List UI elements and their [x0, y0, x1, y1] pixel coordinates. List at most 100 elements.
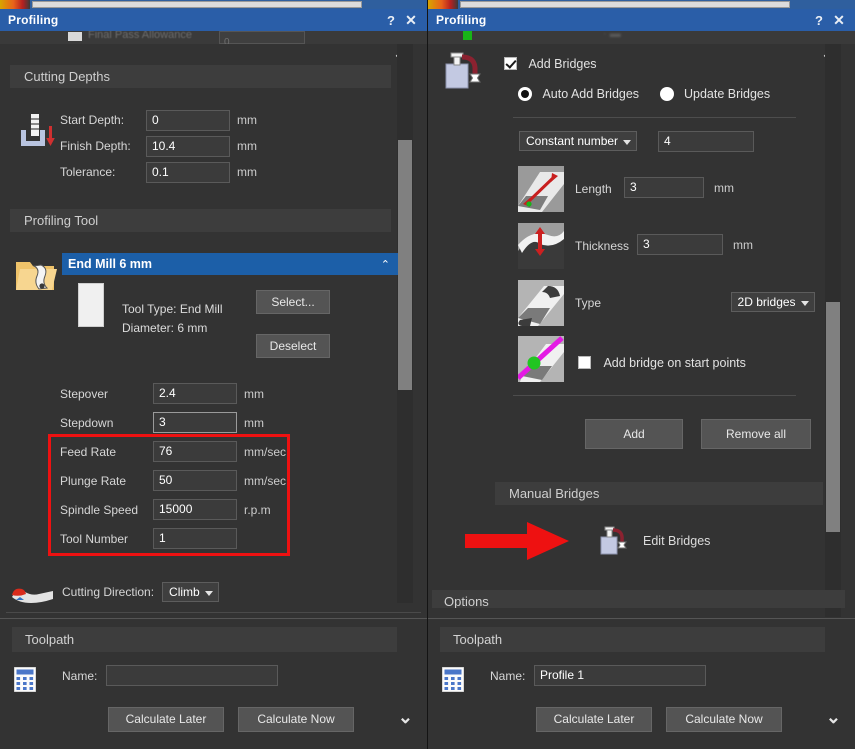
left-toolpath-name-input[interactable] — [106, 665, 278, 686]
right-name-label: Name: — [490, 669, 526, 683]
bridge-icon — [440, 48, 488, 96]
update-bridges-label: Update Bridges — [683, 86, 771, 101]
spindle-speed-input[interactable]: 15000 — [153, 499, 237, 520]
bridge-length-input[interactable]: 3 — [624, 177, 704, 198]
final-pass-field[interactable]: 0 — [219, 31, 305, 44]
tool-folder-icon — [12, 252, 60, 300]
profiling-dialog-right: Profiling ? ✕ · ▬ ⌃ — [428, 0, 855, 749]
feed-rate-input[interactable]: 76 — [153, 441, 237, 462]
left-calculate-now-button[interactable]: Calculate Now — [238, 707, 354, 732]
bridge-length-icon — [518, 166, 564, 212]
chevron-down-icon — [623, 140, 632, 145]
left-scrollbar-thumb[interactable] — [398, 140, 412, 390]
select-tool-button[interactable]: Select... — [256, 290, 330, 314]
edit-bridges-icon[interactable] — [599, 526, 633, 556]
manual-bridges-header: Manual Bridges — [495, 482, 823, 505]
cutting-direction-icon — [10, 583, 56, 603]
right-scroll-down-chevron[interactable]: ⌄ — [826, 707, 841, 728]
left-scroll-down-chevron[interactable]: ⌄ — [398, 707, 413, 728]
add-bridge-start-points-checkbox[interactable] — [578, 356, 591, 370]
spindle-speed-label: Spindle Speed — [60, 502, 139, 517]
spindle-speed-unit: r.p.m — [244, 502, 271, 517]
bridge-type-label: Type — [575, 296, 602, 310]
close-icon-right[interactable]: ✕ — [829, 12, 849, 29]
auto-add-bridges-radio[interactable] — [518, 86, 532, 101]
left-scrollbar[interactable] — [397, 44, 413, 603]
left-panel-body: ⌃ Cutting Depths — [0, 44, 427, 749]
cutting-direction-select[interactable]: Climb — [162, 582, 219, 602]
close-icon[interactable]: ✕ — [401, 12, 421, 29]
remove-all-bridges-button[interactable]: Remove all — [701, 419, 811, 449]
right-panel-body: ⌃ Add Bridges — [428, 44, 855, 749]
left-window-title: Profiling — [8, 13, 59, 27]
screenshot-root: Profiling ? ✕ Final Pass Allowance 0 ⌃ C… — [0, 0, 855, 749]
right-scrollbar-thumb[interactable] — [826, 302, 840, 532]
tool-info-block: Tool Type: End Mill Diameter: 6 mm — [122, 300, 223, 338]
bridge-type-select[interactable]: 2D bridges — [730, 292, 815, 312]
cutting-depths-fields: Start Depth: 0 mm Finish Depth: 10.4 mm … — [60, 107, 257, 185]
left-calculate-later-button[interactable]: Calculate Later — [108, 707, 224, 732]
stepover-unit: mm — [244, 386, 264, 401]
bridge-type-value: 2D bridges — [737, 295, 796, 309]
tool-diameter-text: Diameter: 6 mm — [122, 321, 208, 335]
selected-tool-name: End Mill 6 mm — [68, 257, 153, 271]
edit-bridges-label[interactable]: Edit Bridges — [643, 534, 710, 548]
tool-number-input[interactable]: 1 — [153, 528, 237, 549]
stepdown-label: Stepdown — [60, 415, 114, 430]
stepdown-row: Stepdown 3 mm — [60, 408, 286, 437]
clipped-blurred-control: · ▬ — [603, 31, 621, 40]
right-calculate-later-button[interactable]: Calculate Later — [536, 707, 652, 732]
bridge-count-input[interactable]: 4 — [658, 131, 754, 152]
right-calculate-now-button[interactable]: Calculate Now — [666, 707, 782, 732]
bridge-thickness-unit: mm — [733, 238, 753, 252]
plunge-rate-input[interactable]: 50 — [153, 470, 237, 491]
add-bridges-checkbox[interactable] — [504, 57, 517, 71]
bridge-thickness-input[interactable]: 3 — [637, 234, 723, 255]
add-bridge-start-points-row[interactable]: Add bridge on start points — [578, 354, 746, 372]
right-toolpath-header: Toolpath — [440, 627, 825, 652]
finish-depth-input[interactable]: 10.4 — [146, 135, 230, 157]
bridge-count-mode-select[interactable]: Constant number — [519, 131, 638, 151]
start-depth-input[interactable]: 0 — [146, 109, 230, 131]
bridge-mode-radio-group[interactable]: Auto Add Bridges Update Bridges — [518, 85, 786, 103]
tolerance-row: Tolerance: 0.1 mm — [60, 159, 257, 185]
left-name-label: Name: — [62, 669, 98, 683]
help-button-right[interactable]: ? — [809, 13, 829, 28]
help-button[interactable]: ? — [381, 13, 401, 28]
tool-number-label: Tool Number — [60, 531, 129, 546]
cutting-direction-label: Cutting Direction: — [62, 585, 155, 599]
stepover-input[interactable]: 2.4 — [153, 383, 237, 404]
calculator-icon — [13, 666, 37, 693]
background-toolbar-icons-right — [428, 0, 458, 9]
add-bridge-start-points-label: Add bridge on start points — [603, 355, 746, 370]
final-pass-label: Final Pass Allowance — [88, 31, 192, 41]
right-window-title: Profiling — [436, 13, 487, 27]
selected-tool-bar[interactable]: End Mill 6 mm ⌃ — [62, 253, 398, 275]
tool-type-text: Tool Type: End Mill — [122, 302, 223, 316]
spindle-speed-row: Spindle Speed 15000 r.p.m — [60, 495, 286, 524]
bridge-count-mode-value: Constant number — [526, 134, 619, 148]
left-clipped-row: Final Pass Allowance 0 — [0, 31, 427, 44]
cutting-direction-value: Climb — [169, 585, 200, 599]
cutting-direction-row: Cutting Direction: Climb — [10, 582, 219, 603]
bridge-thickness-icon — [518, 223, 564, 269]
right-scrollbar[interactable] — [825, 44, 841, 617]
bridge-thickness-label: Thickness — [575, 239, 630, 253]
right-toolpath-name-input[interactable]: Profile 1 — [534, 665, 706, 686]
stepdown-input[interactable]: 3 — [153, 412, 237, 433]
chevron-up-icon[interactable]: ⌃ — [381, 258, 398, 271]
start-depth-unit: mm — [237, 113, 257, 127]
update-bridges-radio[interactable] — [659, 86, 674, 101]
tolerance-input[interactable]: 0.1 — [146, 161, 230, 183]
bridge-length-unit: mm — [714, 181, 734, 195]
auto-add-bridges-label: Auto Add Bridges — [542, 86, 640, 101]
right-clipped-row: · ▬ — [428, 31, 855, 44]
add-bridge-button[interactable]: Add — [585, 419, 683, 449]
final-pass-checkbox[interactable] — [68, 32, 82, 41]
cutting-depths-header: Cutting Depths — [10, 65, 391, 88]
deselect-tool-button[interactable]: Deselect — [256, 334, 330, 358]
feed-rate-label: Feed Rate — [60, 444, 117, 459]
feed-rate-row: Feed Rate 76 mm/sec — [60, 437, 286, 466]
bridges-divider-top — [513, 117, 796, 118]
add-bridges-row[interactable]: Add Bridges — [504, 55, 597, 73]
